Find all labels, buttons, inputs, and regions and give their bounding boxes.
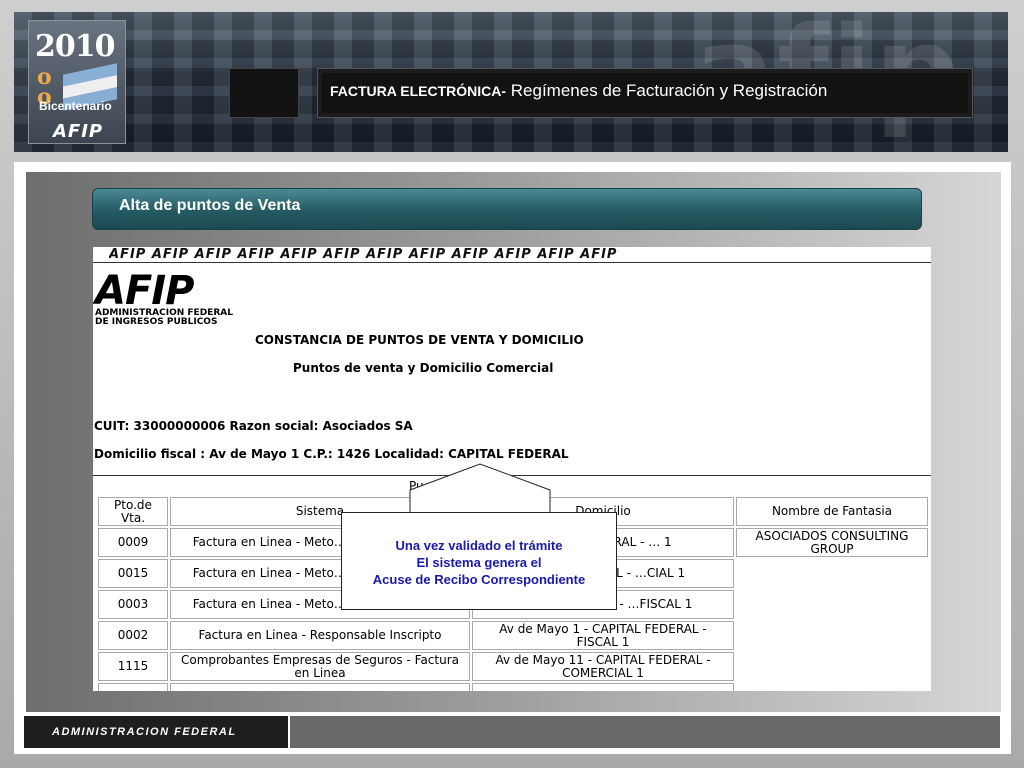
section-header: Alta de puntos de Venta <box>92 188 922 230</box>
afip-banner-row: AFIP AFIP AFIP AFIP AFIP AFIP AFIP AFIP … <box>109 247 618 261</box>
footer-label-box: ADMINISTRACION FEDERAL <box>24 716 290 748</box>
cell-pto: 1115 <box>98 652 168 681</box>
cell-pto: 0009 <box>98 528 168 557</box>
title-main: Regímenes de Facturación y Registración <box>506 81 828 100</box>
cell-fantasia <box>736 621 928 650</box>
doc-heading: CONSTANCIA DE PUNTOS DE VENTA Y DOMICILI… <box>255 333 584 347</box>
table-row: 1112 Comprobantes Empresas de Seguros - … <box>98 683 928 691</box>
cell-sistema: Comprobantes Empresas de Seguros - Factu… <box>170 652 470 681</box>
cell-fantasia: ASOCIADOS CONSULTING GROUP <box>736 528 928 557</box>
cell-domicilio: Av de Mayo 11 - CAPITAL FEDERAL - <box>472 683 734 691</box>
cell-pto: 0015 <box>98 559 168 588</box>
logo-sub-line2: DE INGRESOS PUBLICOS <box>95 317 218 327</box>
cell-domicilio: Av de Mayo 1 - CAPITAL FEDERAL - FISCAL … <box>472 621 734 650</box>
cell-pto: 0002 <box>98 621 168 650</box>
content-frame: Alta de puntos de Venta AFIP AFIP AFIP A… <box>14 162 1011 754</box>
content-panel: Alta de puntos de Venta AFIP AFIP AFIP A… <box>26 172 1001 712</box>
bicentenario-logo: 2010 oo Bicentenario AFIP <box>28 20 126 144</box>
divider <box>93 262 931 263</box>
footer-bar: ADMINISTRACION FEDERAL <box>24 716 1000 748</box>
footer-label: ADMINISTRACION FEDERAL <box>52 726 237 738</box>
callout-box: Una vez validado el trámite El sistema g… <box>341 512 617 610</box>
callout-line3: Acuse de Recibo Correspondiente <box>372 572 586 587</box>
title-bar: FACTURA ELECTRÓNICA- Regímenes de Factur… <box>317 68 973 118</box>
cell-fantasia <box>736 559 928 588</box>
logo-bicentenario: Bicentenario <box>39 99 112 113</box>
logo-year: 2010 <box>35 29 115 64</box>
cell-pto: 1112 <box>98 683 168 691</box>
cell-pto: 0003 <box>98 590 168 619</box>
callout-line1: Una vez validado el trámite <box>395 538 563 553</box>
page-title: FACTURA ELECTRÓNICA- Regímenes de Factur… <box>330 81 827 101</box>
doc-subheading: Puntos de venta y Domicilio Comercial <box>293 361 554 375</box>
cell-fantasia <box>736 683 928 691</box>
domicilio-line: Domicilio fiscal : Av de Mayo 1 C.P.: 14… <box>94 447 569 461</box>
afip-logo: AFIP <box>95 268 194 314</box>
cell-fantasia <box>736 652 928 681</box>
logo-agency: AFIP <box>53 121 104 142</box>
afip-logo-subtitle: ADMINISTRACION FEDERAL DE INGRESOS PUBLI… <box>95 309 233 327</box>
cuit-line: CUIT: 33000000006 Razon social: Asociado… <box>94 419 413 433</box>
header-dark-box <box>229 68 299 118</box>
callout-line2: El sistema genera el <box>416 555 542 570</box>
cell-fantasia <box>736 590 928 619</box>
table-row: 1115 Comprobantes Empresas de Seguros - … <box>98 652 928 681</box>
col-header-fantasia: Nombre de Fantasia <box>736 497 928 526</box>
cell-domicilio: Av de Mayo 11 - CAPITAL FEDERAL - COMERC… <box>472 652 734 681</box>
col-header-pto: Pto.de Vta. <box>98 497 168 526</box>
section-title: Alta de puntos de Venta <box>119 197 301 214</box>
cell-sistema: Factura en Linea - Responsable Inscripto <box>170 621 470 650</box>
table-row: 0002 Factura en Linea - Responsable Insc… <box>98 621 928 650</box>
header-banner: afip 2010 oo Bicentenario AFIP FACTURA E… <box>14 12 1008 152</box>
cell-sistema: Comprobantes Empresas de Seguros - <box>170 683 470 691</box>
title-prefix: FACTURA ELECTRÓNICA- <box>330 83 507 99</box>
